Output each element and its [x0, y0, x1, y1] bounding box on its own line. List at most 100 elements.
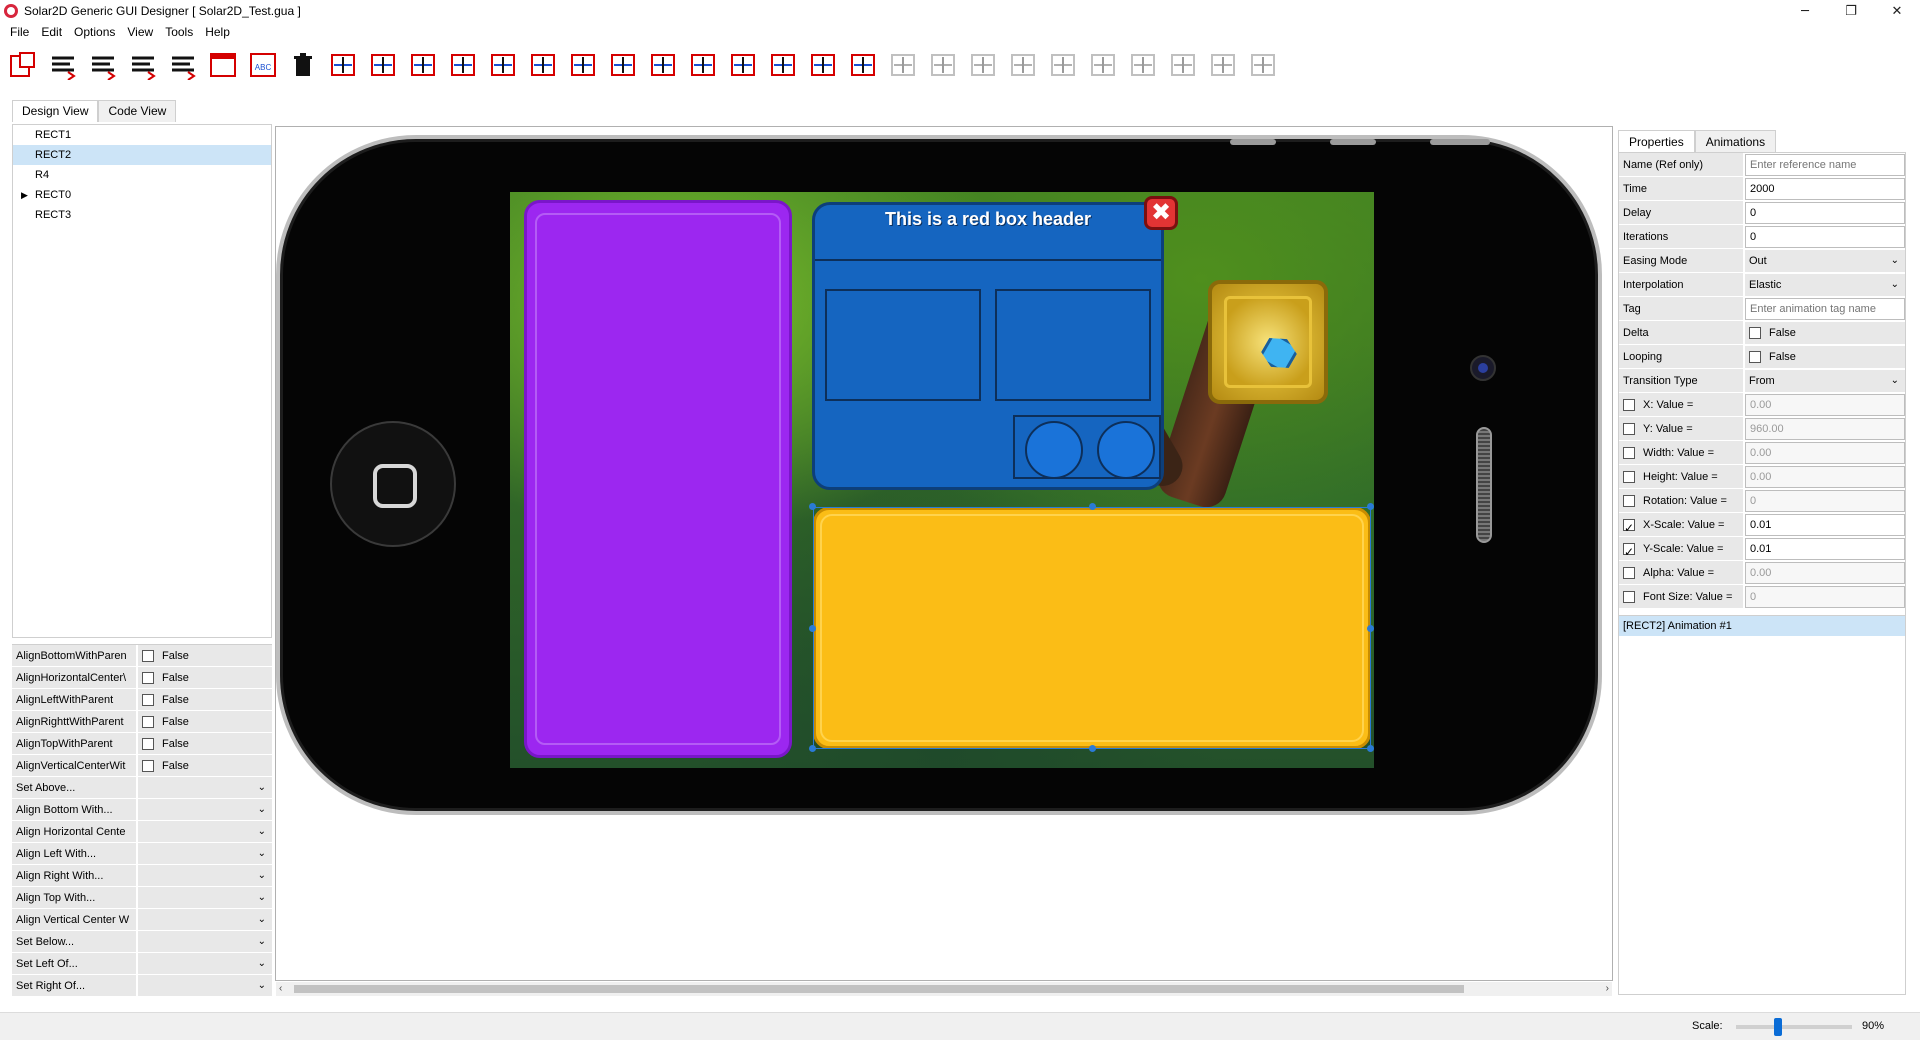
align-prop-checkbox[interactable]	[142, 693, 154, 706]
close-window-button[interactable]: ✕	[1874, 0, 1920, 22]
value-prop-checkbox[interactable]	[1623, 494, 1635, 507]
tree-item[interactable]: ▶ RECT0	[13, 185, 271, 205]
blue-box-rect[interactable]: This is a red box header	[812, 202, 1164, 490]
animation-list-item[interactable]: [RECT2] Animation #1	[1619, 616, 1905, 636]
value-prop-checkbox[interactable]	[1623, 470, 1635, 483]
name-input[interactable]	[1745, 153, 1905, 176]
iterations-input[interactable]: 0	[1745, 225, 1905, 248]
center-h-icon[interactable]	[566, 48, 600, 82]
value-prop-input[interactable]: 0.00	[1745, 465, 1905, 488]
circle-button-2[interactable]	[1097, 421, 1155, 479]
scroll-thumb[interactable]	[294, 985, 1464, 993]
time-input[interactable]: 2000	[1745, 177, 1905, 200]
window-icon[interactable]	[206, 48, 240, 82]
value-prop-checkbox[interactable]	[1623, 566, 1635, 579]
menu-help[interactable]: Help	[199, 25, 236, 39]
interpolation-select[interactable]: Elastic ⌄	[1745, 273, 1905, 296]
resize-handle-bl[interactable]	[809, 745, 816, 752]
align-dropdown-select[interactable]: ⌄	[138, 887, 272, 908]
scale-slider-thumb[interactable]	[1774, 1018, 1782, 1036]
value-prop-input[interactable]: 0.00	[1745, 393, 1905, 416]
align-prop-checkbox[interactable]	[142, 671, 154, 684]
align-justify-text-icon[interactable]	[166, 48, 200, 82]
value-prop-input[interactable]: 0	[1745, 585, 1905, 608]
value-prop-checkbox[interactable]	[1623, 516, 1635, 540]
align-right-text-icon[interactable]	[126, 48, 160, 82]
distribute-v-icon[interactable]	[366, 48, 400, 82]
easing-mode-select[interactable]: Out ⌄	[1745, 249, 1905, 272]
scroll-left-icon[interactable]: ‹	[279, 982, 282, 996]
tag-input[interactable]	[1745, 297, 1905, 320]
tree-item[interactable]: RECT2	[13, 145, 271, 165]
resize-handle-tr[interactable]	[1367, 503, 1374, 510]
resize-handle-b[interactable]	[1089, 745, 1096, 752]
value-prop-input[interactable]: 960.00	[1745, 417, 1905, 440]
align-dropdown-select[interactable]: ⌄	[138, 931, 272, 952]
align-dropdown-select[interactable]: ⌄	[138, 953, 272, 974]
resize-handle-tl[interactable]	[809, 503, 816, 510]
scale-slider[interactable]	[1736, 1018, 1852, 1036]
value-prop-input[interactable]: 0.00	[1745, 561, 1905, 584]
value-prop-checkbox[interactable]	[1623, 540, 1635, 564]
close-box-icon[interactable]: ✖	[1144, 196, 1178, 230]
value-prop-input[interactable]: 0	[1745, 489, 1905, 512]
align-left-text-icon[interactable]	[46, 48, 80, 82]
looping-checkbox[interactable]	[1749, 350, 1761, 363]
design-canvas[interactable]: This is a red box header ✖	[275, 126, 1613, 981]
value-prop-checkbox[interactable]	[1623, 398, 1635, 411]
same-width-icon[interactable]	[846, 48, 880, 82]
blue-sub-box-right[interactable]	[995, 289, 1151, 401]
new-rect-icon[interactable]	[6, 48, 40, 82]
resize-handle-r[interactable]	[1367, 625, 1374, 632]
align-right-icon[interactable]	[486, 48, 520, 82]
value-prop-checkbox[interactable]	[1623, 422, 1635, 435]
tab-properties[interactable]: Properties	[1618, 130, 1695, 152]
shrink-icon[interactable]	[766, 48, 800, 82]
align-center-text-icon[interactable]	[86, 48, 120, 82]
value-prop-checkbox[interactable]	[1623, 446, 1635, 459]
tab-design-view[interactable]: Design View	[12, 100, 99, 122]
resize-handle-br[interactable]	[1367, 745, 1374, 752]
blue-sub-box-left[interactable]	[825, 289, 981, 401]
tree-item[interactable]: R4	[13, 165, 271, 185]
tab-code-view[interactable]: Code View	[98, 100, 177, 122]
delta-checkbox[interactable]	[1749, 326, 1761, 339]
align-prop-checkbox[interactable]	[142, 649, 154, 662]
tree-item[interactable]: RECT1	[13, 125, 271, 145]
align-dropdown-select[interactable]: ⌄	[138, 843, 272, 864]
align-dropdown-select[interactable]: ⌄	[138, 821, 272, 842]
align-dropdown-select[interactable]: ⌄	[138, 909, 272, 930]
align-bottom-icon[interactable]	[526, 48, 560, 82]
purple-panel-rect[interactable]	[524, 200, 792, 758]
stack-left-icon[interactable]	[646, 48, 680, 82]
menu-file[interactable]: File	[4, 25, 35, 39]
value-prop-checkbox[interactable]	[1623, 590, 1635, 603]
align-top-icon[interactable]	[446, 48, 480, 82]
center-v-icon[interactable]	[606, 48, 640, 82]
align-dropdown-select[interactable]: ⌄	[138, 799, 272, 820]
scroll-right-icon[interactable]: ›	[1606, 982, 1609, 996]
value-prop-input[interactable]: 0.01	[1745, 513, 1905, 536]
tree-item[interactable]: RECT3	[13, 205, 271, 225]
expand-icon[interactable]	[726, 48, 760, 82]
align-left-icon[interactable]	[406, 48, 440, 82]
canvas-horizontal-scrollbar[interactable]: ‹ ›	[276, 982, 1612, 996]
align-dropdown-select[interactable]: ⌄	[138, 777, 272, 798]
resize-handle-l[interactable]	[809, 625, 816, 632]
restore-button[interactable]: ❐	[1828, 0, 1874, 22]
align-prop-checkbox[interactable]	[142, 759, 154, 772]
transition-type-select[interactable]: From ⌄	[1745, 369, 1905, 392]
gem-tile[interactable]	[1208, 280, 1328, 404]
tab-animations[interactable]: Animations	[1694, 130, 1777, 152]
circle-button-1[interactable]	[1025, 421, 1083, 479]
trash-icon[interactable]	[286, 48, 320, 82]
menu-edit[interactable]: Edit	[35, 25, 68, 39]
minimize-button[interactable]: ─	[1782, 0, 1828, 22]
menu-options[interactable]: Options	[68, 25, 121, 39]
align-prop-checkbox[interactable]	[142, 715, 154, 728]
distribute-h-icon[interactable]	[326, 48, 360, 82]
menu-view[interactable]: View	[121, 25, 159, 39]
same-height-icon[interactable]	[806, 48, 840, 82]
menu-tools[interactable]: Tools	[159, 25, 199, 39]
align-dropdown-select[interactable]: ⌄	[138, 975, 272, 996]
